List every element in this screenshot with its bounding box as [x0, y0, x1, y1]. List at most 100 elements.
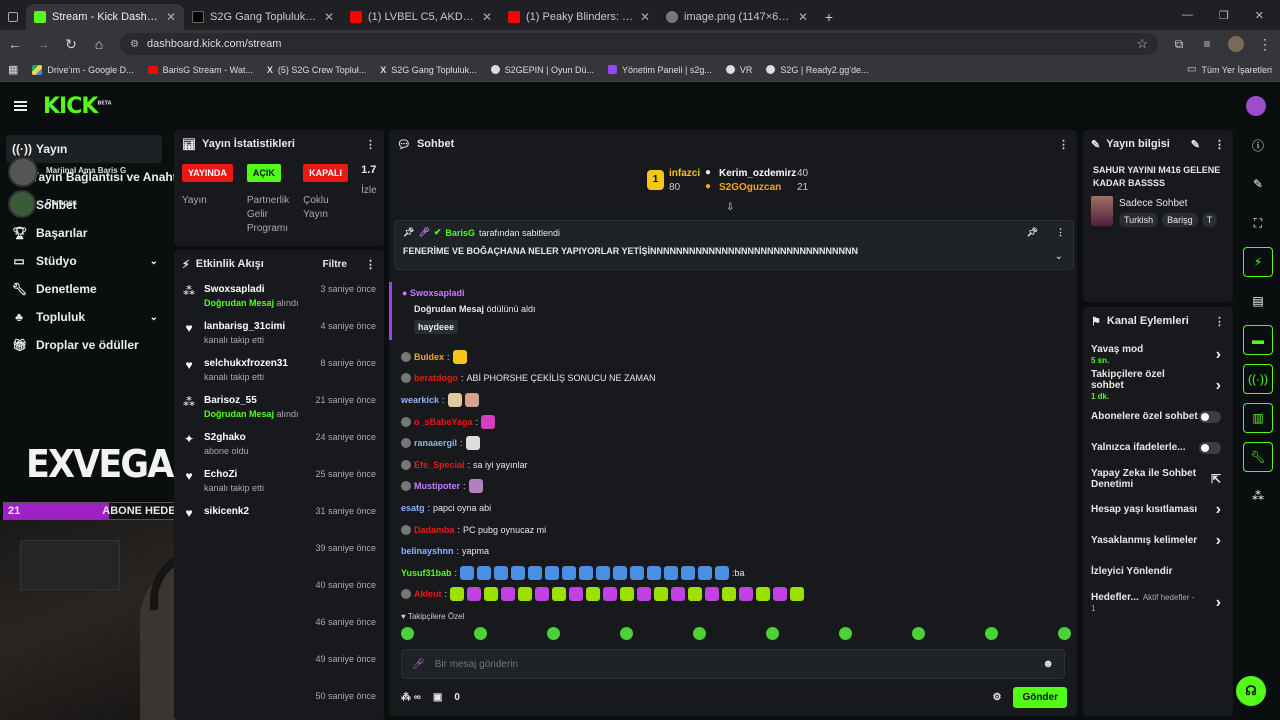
close-tab-icon[interactable]: ✕: [482, 10, 492, 24]
tag-chip[interactable]: Turkish: [1119, 213, 1159, 227]
more-options-icon[interactable]: ⋮: [1214, 138, 1225, 151]
edit-icon[interactable]: ✎: [1243, 169, 1273, 199]
browser-tab[interactable]: S2G Gang Topluluk / X ✕: [184, 4, 342, 30]
chat-username[interactable]: Yusuf31bab: [401, 568, 452, 578]
lightning-icon[interactable]: ⚡︎: [1243, 247, 1273, 277]
chat-message[interactable]: wearkick:: [401, 389, 1071, 411]
more-options-icon[interactable]: ⋮: [365, 138, 376, 151]
channel-action-item[interactable]: Abonelere özel sohbet: [1083, 401, 1233, 432]
expand-pinned-icon[interactable]: ⌄: [1055, 251, 1063, 262]
bookmark-item[interactable]: S2GEPIN | Oyun Dü...: [490, 65, 594, 75]
chat-message-input[interactable]: [434, 658, 1033, 670]
bookmark-item[interactable]: X S2G Gang Topluluk...: [380, 65, 476, 75]
extensions-icon[interactable]: ⧉: [1172, 37, 1186, 52]
chat-message[interactable]: Dadamba: PC pubg oynucaz mi: [401, 519, 1071, 541]
follower-emote-icon[interactable]: [620, 627, 633, 640]
bookmark-item[interactable]: VR: [725, 65, 752, 75]
sidebar-item-community[interactable]: ♣ Topluluk ⌄: [0, 303, 170, 331]
close-tab-icon[interactable]: ✕: [798, 10, 808, 24]
chat-username[interactable]: beratdogo: [414, 373, 458, 383]
points-icon[interactable]: ⁂ ∞: [401, 692, 421, 703]
info-icon[interactable]: ⓘ: [1243, 130, 1273, 160]
media-icon[interactable]: ≡: [1200, 37, 1214, 51]
send-button[interactable]: Gönder: [1013, 686, 1067, 708]
channel-action-item[interactable]: Takipçilere özel sohbet 1 dk. ›: [1083, 369, 1233, 401]
chat-message[interactable]: Akleut:: [401, 584, 1071, 606]
chat-message[interactable]: belinayshnn: yapma: [401, 540, 1071, 562]
chat-message[interactable]: beratdogo: ABİ PHORSHE ÇEKİLİŞ SONUCU NE …: [401, 368, 1071, 390]
user-avatar[interactable]: [1246, 96, 1266, 116]
chat-username[interactable]: Akleut: [414, 589, 442, 599]
chat-username[interactable]: Efe_Special: [414, 460, 465, 470]
filter-button[interactable]: Filtre: [323, 259, 347, 270]
chat-username[interactable]: esatg: [401, 503, 425, 513]
bookmark-star-icon[interactable]: ☆: [1136, 36, 1148, 52]
profile-avatar[interactable]: [1228, 36, 1244, 52]
follower-emote-icon[interactable]: [766, 627, 779, 640]
browser-tab[interactable]: (1) Peaky Blinders: Ölümsüz Ad ✕: [500, 4, 658, 30]
follower-emote-icon[interactable]: [547, 627, 560, 640]
more-options-icon[interactable]: ⋮: [365, 258, 376, 271]
chat-message[interactable]: o_sBabeYaga:: [401, 411, 1071, 433]
chat-settings-icon[interactable]: ⚙: [992, 692, 1001, 703]
channel-action-item[interactable]: Yasaklanmış kelimeler ›: [1083, 525, 1233, 556]
follower-emote-icon[interactable]: [693, 627, 706, 640]
follower-emote-icon[interactable]: [912, 627, 925, 640]
sidebar-item-drops[interactable]: 🎁︎ Droplar ve ödüller: [0, 331, 170, 359]
kick-logo[interactable]: KICKBETA: [43, 94, 112, 119]
site-info-icon[interactable]: ⚙: [130, 39, 139, 50]
chat-username[interactable]: belinayshnn: [401, 546, 454, 556]
edit-icon[interactable]: ✎: [1191, 138, 1200, 151]
follower-emote-icon[interactable]: [401, 627, 414, 640]
chat-message[interactable]: Efe_Special: sa iyi yayınlar: [401, 454, 1071, 476]
chat-username[interactable]: Dadamba: [414, 525, 455, 535]
emoji-icon[interactable]: ☻: [1042, 658, 1054, 670]
chat-message[interactable]: esatg: papci oyna abi: [401, 497, 1071, 519]
mic-icon[interactable]: 🎤︎: [412, 659, 425, 670]
document-icon[interactable]: ▤: [1243, 286, 1273, 316]
more-options-icon[interactable]: ⋮: [1214, 315, 1225, 328]
follower-emote-icon[interactable]: [839, 627, 852, 640]
tag-chip[interactable]: T: [1201, 213, 1218, 227]
store-icon[interactable]: ▣: [433, 692, 442, 703]
browser-menu-icon[interactable]: ⋮: [1258, 36, 1272, 53]
chat-username[interactable]: wearkick: [401, 395, 439, 405]
chat-input[interactable]: 🎤︎ ☻: [401, 649, 1065, 679]
channel-action-item[interactable]: Yalnızca ifadelerle...: [1083, 432, 1233, 463]
url-input[interactable]: ⚙ dashboard.kick.com/stream ☆: [120, 33, 1158, 55]
wrench-icon[interactable]: 🔧︎: [1243, 442, 1273, 472]
reward-icon[interactable]: ⁂: [1243, 481, 1273, 511]
chat-message[interactable]: Mustipoter:: [401, 476, 1071, 498]
chat-username[interactable]: Mustipoter: [414, 481, 460, 491]
browser-tab[interactable]: Stream - Kick Dashboard ✕: [26, 4, 184, 30]
channel-action-item[interactable]: Yapay Zeka ile Sohbet Denetimi ⇱: [1083, 463, 1233, 494]
bookmark-item[interactable]: BarisG Stream - Wat...: [147, 65, 253, 75]
pinned-message[interactable]: 📌︎ 🎤︎ ✔ BarisG tarafından sabitlendi 📌︎ …: [394, 220, 1074, 270]
hamburger-menu-icon[interactable]: [14, 101, 27, 111]
fullscreen-icon[interactable]: ⛶: [1243, 208, 1273, 238]
channel-action-item[interactable]: Yavaş mod 5 sn. ›: [1083, 339, 1233, 370]
close-tab-icon[interactable]: ✕: [640, 10, 650, 24]
chat-icon[interactable]: ▬: [1243, 325, 1273, 355]
sidebar-item-moderation[interactable]: 🔧︎ Denetleme: [0, 275, 170, 303]
bookmark-item[interactable]: S2G | Ready2.gg'de...: [766, 65, 869, 75]
forward-icon[interactable]: →: [36, 36, 50, 52]
follower-emote-icon[interactable]: [474, 627, 487, 640]
chat-message[interactable]: Yusuf31bab::ba: [401, 562, 1071, 584]
chat-message[interactable]: ranaaergil:: [401, 432, 1071, 454]
sidebar-item-studio[interactable]: ▭ Stüdyo ⌄: [0, 247, 170, 275]
bookmark-item[interactable]: X (5) S2G Crew Topluł...: [267, 65, 366, 75]
tag-chip[interactable]: Barişg: [1162, 213, 1198, 227]
broadcast-icon[interactable]: ((·)): [1243, 364, 1273, 394]
close-tab-icon[interactable]: ✕: [166, 10, 176, 24]
maximize-icon[interactable]: ❐: [1219, 9, 1229, 22]
follower-emote-icon[interactable]: [985, 627, 998, 640]
reload-icon[interactable]: ↻: [64, 36, 78, 53]
minimize-icon[interactable]: —: [1182, 9, 1193, 22]
chat-message[interactable]: Buldex:: [401, 346, 1071, 368]
new-tab-button[interactable]: +: [816, 4, 842, 30]
bookmark-item[interactable]: Drive'ım - Google D...: [32, 64, 134, 75]
sidebar-item-achievements[interactable]: 🏆︎ Başarılar: [0, 219, 170, 247]
back-icon[interactable]: ←: [8, 36, 22, 52]
follower-emote-icon[interactable]: [1058, 627, 1071, 640]
